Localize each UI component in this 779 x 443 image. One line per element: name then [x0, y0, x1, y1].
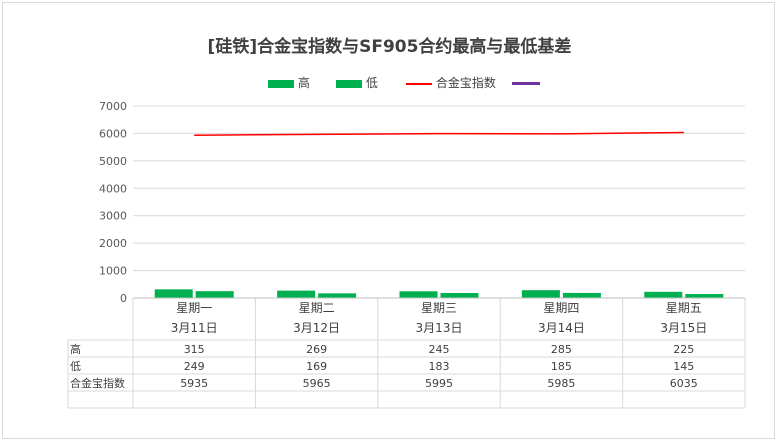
table-cell: 285 — [551, 343, 572, 356]
category-label: 星期二 — [299, 301, 335, 315]
chart-plot: 0 1000 2000 3000 4000 5000 6000 7000 星期一 3月11日 星期二… — [67, 100, 746, 409]
date-label: 3月14日 — [538, 321, 585, 335]
table-cell: 6035 — [670, 377, 698, 390]
bar-high — [399, 291, 438, 298]
table-cell: 245 — [429, 343, 450, 356]
y-tick-label: 2000 — [99, 237, 127, 250]
table-cell: 5995 — [425, 377, 453, 390]
date-label: 3月15日 — [660, 321, 707, 335]
bar-low — [440, 292, 479, 298]
table-cell: 5965 — [303, 377, 331, 390]
y-tick-label: 1000 — [99, 265, 127, 278]
y-tick-label: 4000 — [99, 182, 127, 195]
table-cell: 5985 — [547, 377, 575, 390]
date-label: 3月12日 — [293, 321, 340, 335]
bar-high — [154, 289, 193, 298]
table-cell: 183 — [429, 360, 450, 373]
bar-high — [644, 291, 683, 298]
date-label: 3月11日 — [171, 321, 218, 335]
table-cell: 225 — [673, 343, 694, 356]
category-label: 星期四 — [543, 301, 579, 315]
table-cell: 315 — [184, 343, 205, 356]
table-row-label: 低 — [70, 360, 81, 373]
y-tick-label: 0 — [120, 292, 127, 305]
table-cell: 145 — [673, 360, 694, 373]
y-tick-label: 7000 — [99, 100, 127, 113]
table-cell: 185 — [551, 360, 572, 373]
table-row-label: 高 — [70, 342, 81, 356]
table-cell: 5935 — [180, 377, 208, 390]
table-row-label: 合金宝指数 — [70, 376, 125, 390]
bar-low — [195, 291, 234, 298]
table-cell: 169 — [306, 360, 327, 373]
table-cell: 249 — [184, 360, 205, 373]
category-label: 星期一 — [176, 301, 212, 315]
bar-low — [318, 293, 357, 298]
bar-high — [277, 290, 316, 298]
date-label: 3月13日 — [416, 321, 463, 335]
table-cell: 269 — [306, 343, 327, 356]
y-tick-label: 5000 — [99, 155, 127, 168]
y-tick-label: 6000 — [99, 127, 127, 140]
category-label: 星期五 — [666, 301, 702, 315]
bar-low — [562, 292, 601, 298]
y-tick-label: 3000 — [99, 210, 127, 223]
category-label: 星期三 — [421, 301, 457, 315]
bar-high — [521, 290, 560, 298]
bar-low — [685, 294, 724, 298]
